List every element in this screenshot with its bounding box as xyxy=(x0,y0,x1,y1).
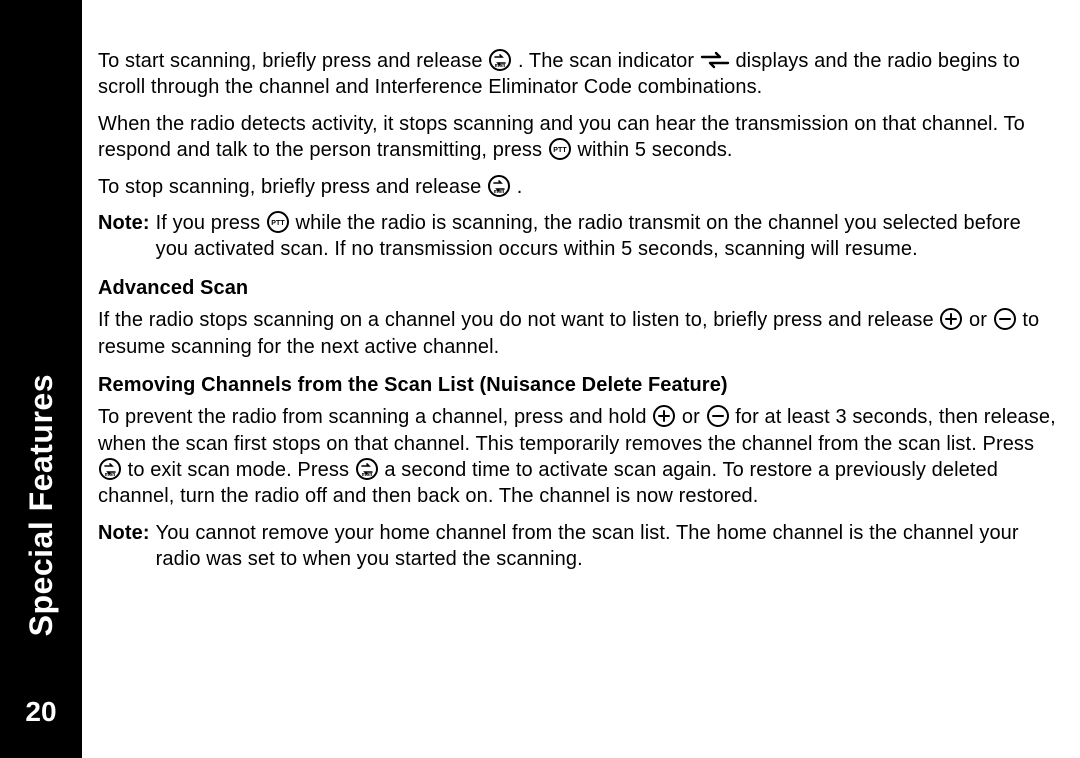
note-home-channel: Note: You cannot remove your home channe… xyxy=(98,520,1056,573)
heading-nuisance-delete: Removing Channels from the Scan List (Nu… xyxy=(98,372,1056,398)
section-title: Special Features xyxy=(23,374,60,636)
minus-button-icon xyxy=(706,404,730,428)
plus-button-icon xyxy=(652,404,676,428)
heading-advanced-scan: Advanced Scan xyxy=(98,275,1056,301)
note-scan-ptt: Note: If you press PTT while the radio i… xyxy=(98,210,1056,263)
sidebar: Special Features 20 xyxy=(0,0,82,758)
paragraph-nuisance-delete: To prevent the radio from scanning a cha… xyxy=(98,404,1056,510)
plus-button-icon xyxy=(939,307,963,331)
svg-text:PTT: PTT xyxy=(271,220,285,227)
note-text: If you press PTT while the radio is scan… xyxy=(150,210,1056,263)
paragraph-detect-activity: When the radio detects activity, it stop… xyxy=(98,111,1056,164)
note-label: Note: xyxy=(98,210,150,263)
minus-button-icon xyxy=(993,307,1017,331)
paragraph-start-scan: To start scanning, briefly press and rel… xyxy=(98,48,1056,101)
paragraph-advanced-scan: If the radio stops scanning on a channel… xyxy=(98,307,1056,360)
scan-mon-button-icon: mon xyxy=(488,48,512,72)
note-label: Note: xyxy=(98,520,150,573)
scan-indicator-icon xyxy=(700,50,730,70)
paragraph-stop-scan: To stop scanning, briefly press and rele… xyxy=(98,174,1056,200)
ptt-button-icon: PTT xyxy=(548,137,572,161)
svg-text:mon: mon xyxy=(105,472,116,478)
svg-text:mon: mon xyxy=(495,63,506,69)
page-content: To start scanning, briefly press and rel… xyxy=(82,0,1080,758)
scan-mon-button-icon: mon xyxy=(487,174,511,198)
svg-text:mon: mon xyxy=(494,189,505,195)
scan-mon-button-icon: mon xyxy=(98,457,122,481)
note-text: You cannot remove your home channel from… xyxy=(150,520,1056,573)
svg-text:mon: mon xyxy=(361,472,372,478)
svg-text:PTT: PTT xyxy=(553,147,567,154)
ptt-button-icon: PTT xyxy=(266,210,290,234)
scan-mon-button-icon: mon xyxy=(355,457,379,481)
page-number: 20 xyxy=(25,696,56,728)
